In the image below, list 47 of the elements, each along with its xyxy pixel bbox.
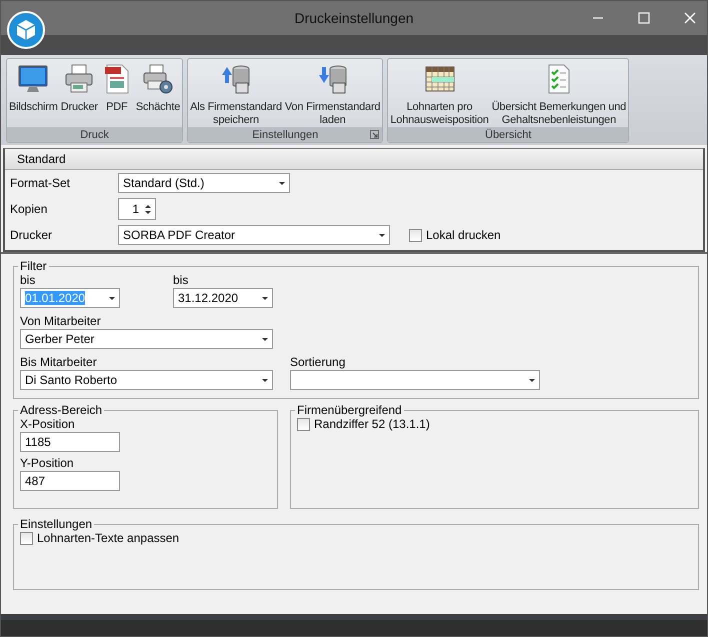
ribbon-button[interactable]: Schächte xyxy=(134,59,182,127)
printer-icon xyxy=(63,63,96,95)
maximize-icon[interactable] xyxy=(637,11,651,25)
group-title: Einstellungen xyxy=(19,517,94,531)
group-label: Einstellungen xyxy=(252,128,318,140)
field-label: Sortierung xyxy=(290,355,346,369)
dialog-launcher-icon[interactable] xyxy=(370,130,380,139)
wage-texts-checkbox[interactable]: Lohnarten-Texte anpassen xyxy=(20,531,692,545)
ribbon-button[interactable]: Als Firmenstandard speichern xyxy=(189,59,283,127)
field-label: Y-Position xyxy=(20,456,75,470)
field-label: Von Mitarbeiter xyxy=(20,314,102,328)
ribbon-button[interactable]: Übersicht Bemerkungen und Gehaltsnebenleistungen xyxy=(490,59,628,127)
field-label: Drucker xyxy=(10,228,54,242)
employee-dropdown[interactable]: Di Santo Roberto xyxy=(20,370,273,390)
y-position-field[interactable]: 487 xyxy=(20,471,120,491)
local-print-checkbox[interactable]: Lokal drucken xyxy=(409,228,501,242)
database-up-arrow-icon xyxy=(220,63,252,95)
field-label: bis xyxy=(20,273,36,287)
monitor-icon xyxy=(17,63,50,95)
field-label: Bis Mitarbeiter xyxy=(20,355,98,369)
database-down-arrow-icon xyxy=(316,63,349,95)
close-icon[interactable] xyxy=(683,11,697,25)
group-title: Adress-Bereich xyxy=(19,403,104,417)
printer-dropdown[interactable]: SORBA PDF Creator xyxy=(118,225,390,245)
printer-gear-icon xyxy=(142,63,174,95)
group-title: Firmenübergreifend xyxy=(296,403,403,417)
group-title: Filter xyxy=(19,259,48,273)
field-label: X-Position xyxy=(20,417,76,431)
copies-spinner[interactable]: 1 xyxy=(118,198,156,220)
field-label: bis xyxy=(173,273,190,287)
ribbon-button[interactable]: Von Firmenstandard laden xyxy=(284,59,382,127)
ribbon-button[interactable]: Drucker xyxy=(60,59,99,127)
randziffer-checkbox[interactable]: Randziffer 52 (13.1.1) xyxy=(297,417,692,431)
sort-dropdown[interactable] xyxy=(290,370,540,390)
ribbon-button[interactable]: Lohnarten pro Lohnausweisposition xyxy=(389,59,490,127)
panel-title: Standard xyxy=(17,152,66,166)
ribbon-button[interactable]: PDF xyxy=(100,59,134,127)
date-dropdown[interactable]: 31.12.2020 xyxy=(173,288,273,308)
group-label: Druck xyxy=(80,128,109,140)
ribbon-button[interactable]: Bildschirm xyxy=(8,59,59,127)
group-label: Übersicht xyxy=(485,128,532,140)
format-set-dropdown[interactable]: Standard (Std.) xyxy=(118,173,290,193)
window-title: Druckeinstellungen xyxy=(294,10,414,26)
employee-dropdown[interactable]: Gerber Peter xyxy=(20,329,273,349)
field-label: Format-Set xyxy=(10,176,72,190)
x-position-field[interactable]: 1185 xyxy=(20,432,120,452)
field-label: Kopien xyxy=(10,202,48,216)
